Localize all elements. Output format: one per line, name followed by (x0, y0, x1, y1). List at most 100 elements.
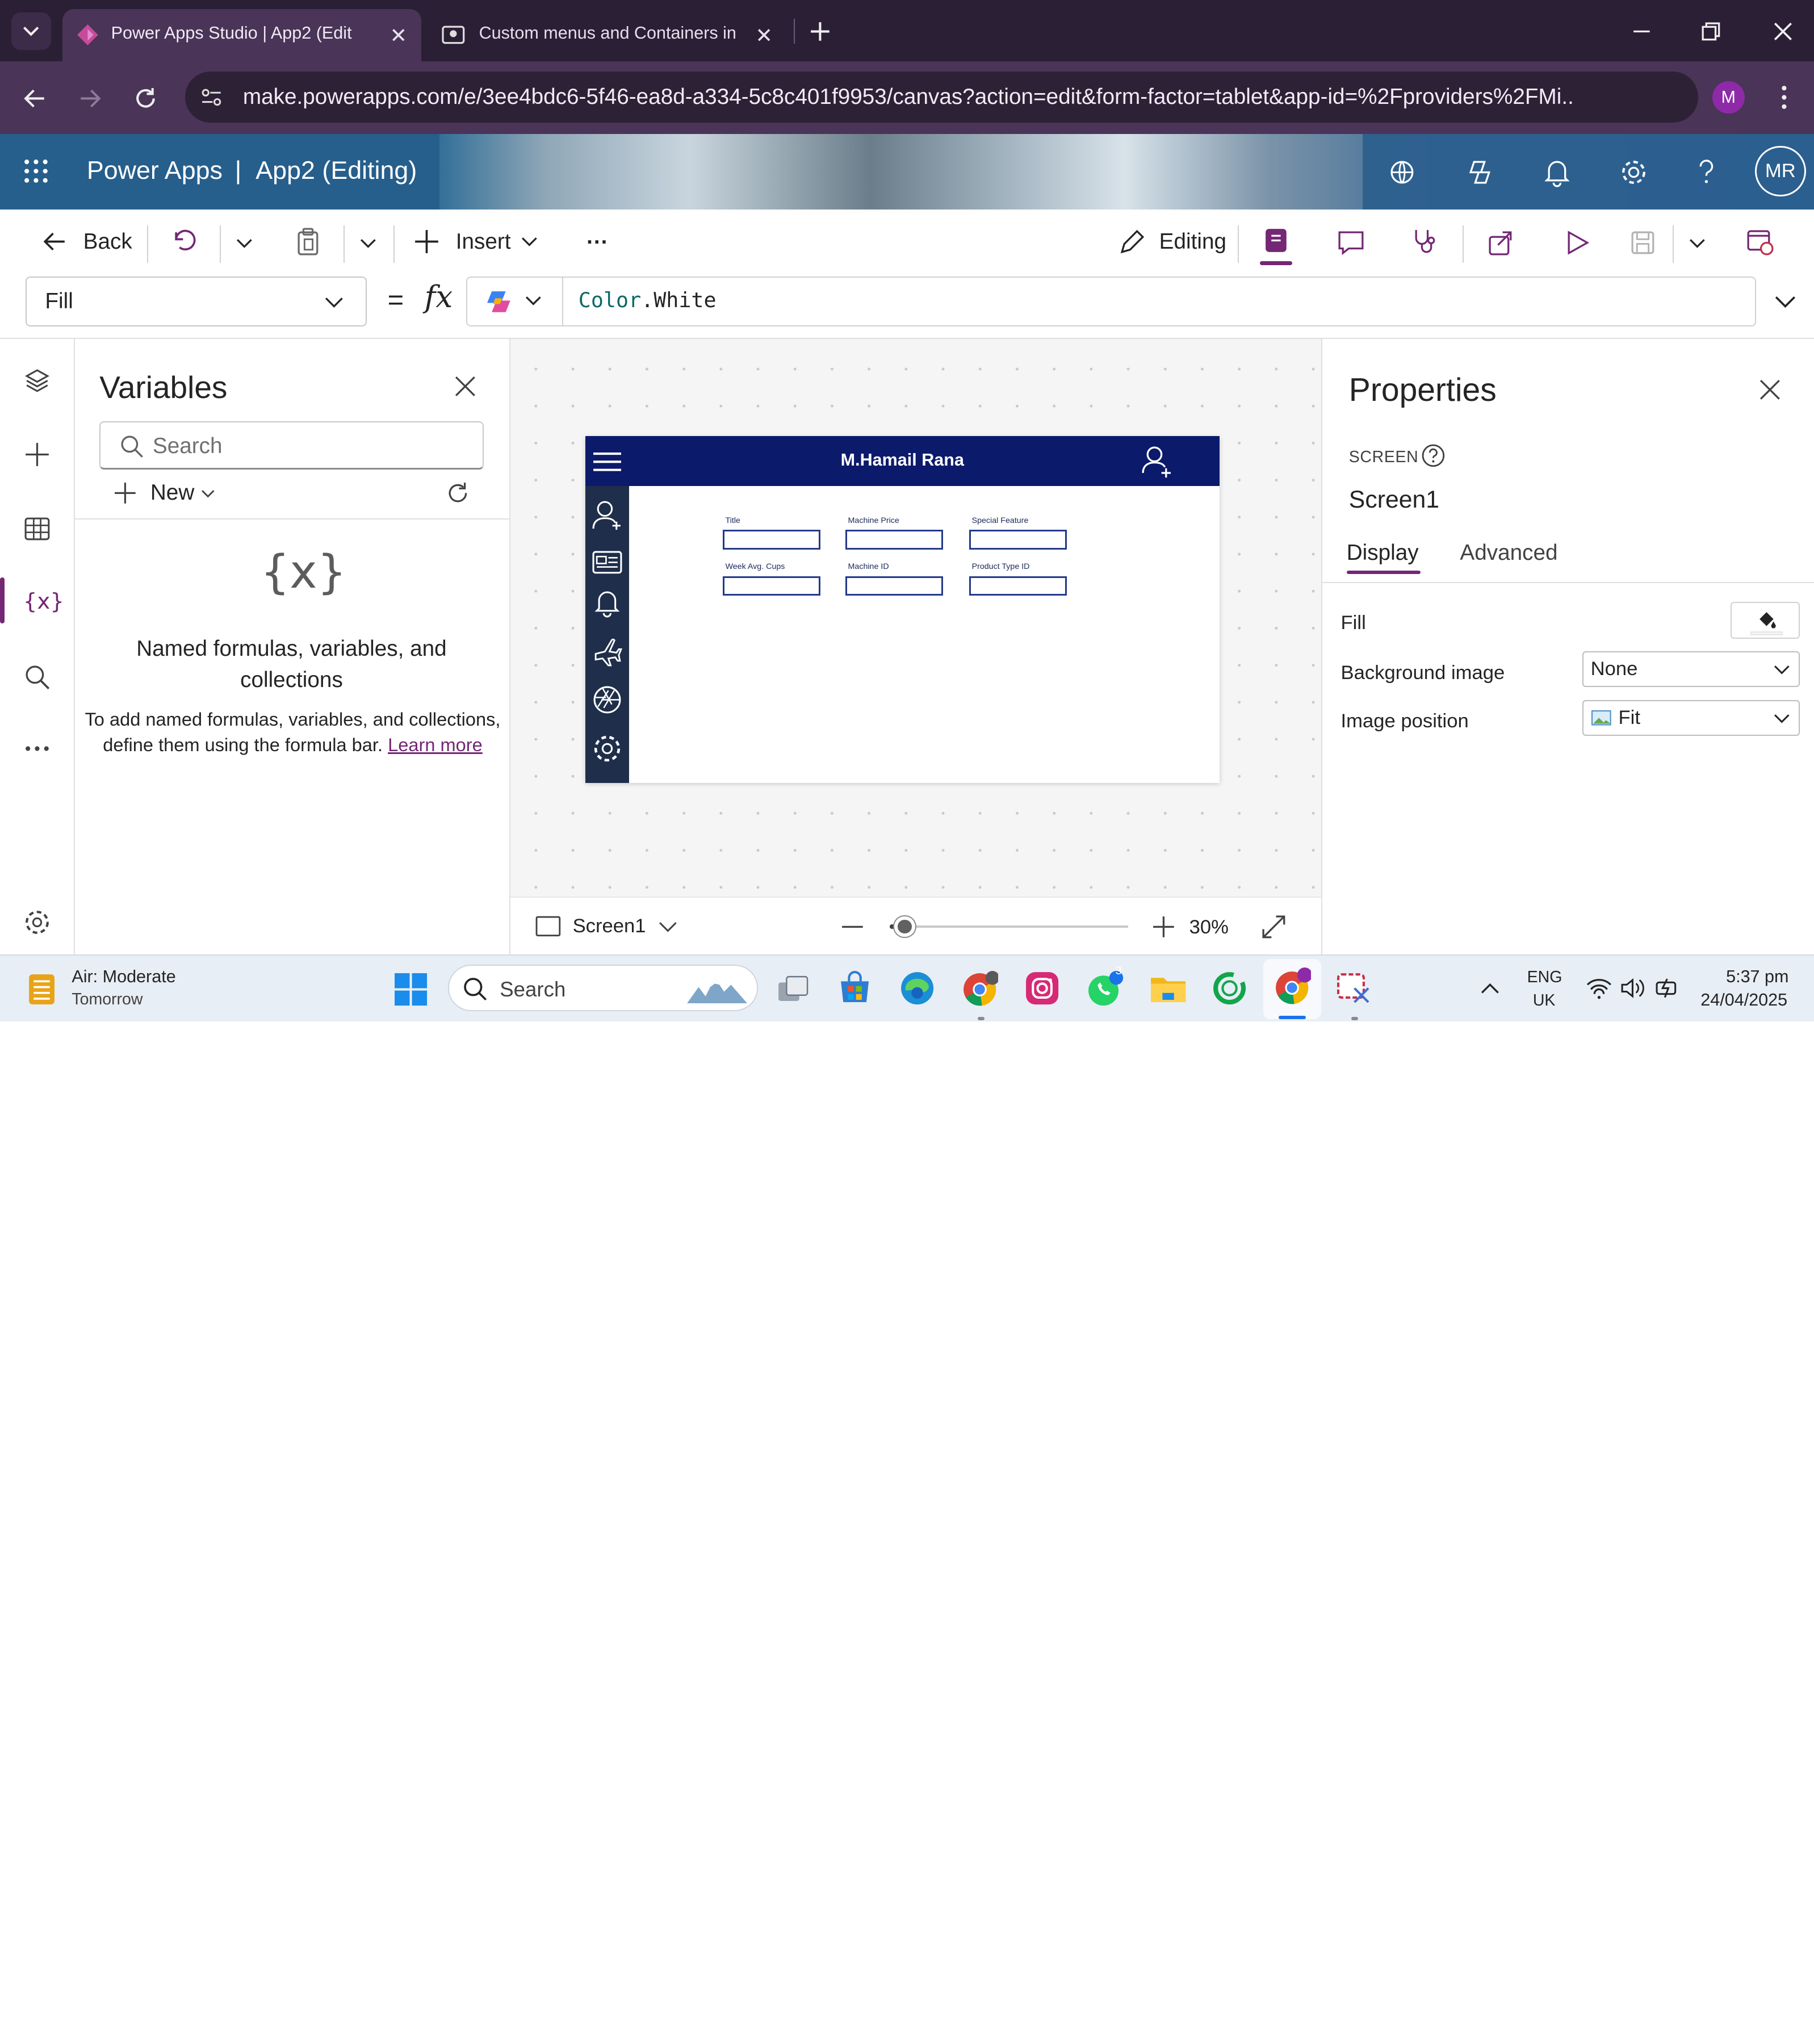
text-input-week-avg-cups[interactable] (723, 576, 820, 596)
play-preview-icon[interactable] (1563, 229, 1591, 257)
fill-color-picker[interactable] (1731, 601, 1800, 639)
weather-air-quality-icon[interactable] (26, 972, 58, 1007)
save-icon[interactable] (1629, 229, 1657, 257)
comments-icon[interactable] (1336, 228, 1366, 258)
refresh-icon[interactable] (445, 480, 471, 506)
add-user-icon[interactable] (1141, 444, 1173, 479)
notifications-bell-icon[interactable] (594, 588, 620, 618)
text-input-special-feature[interactable] (969, 530, 1067, 550)
copilot-formula-icon[interactable] (485, 288, 517, 316)
environment-icon[interactable] (1388, 158, 1416, 186)
text-input-product-type-id[interactable] (969, 576, 1067, 596)
chrome-browser-icon[interactable] (961, 970, 999, 1007)
battery-charging-icon[interactable] (1654, 975, 1682, 1001)
zoom-slider-thumb[interactable] (894, 916, 915, 937)
settings-gear-icon[interactable] (592, 734, 622, 764)
settings-gear-icon[interactable] (23, 908, 51, 936)
browser-tab-custom-menus[interactable]: Custom menus and Containers in ✕ (430, 9, 787, 61)
aperture-icon[interactable] (592, 685, 622, 715)
fx-icon[interactable]: fx (425, 280, 453, 315)
back-button[interactable]: Back (39, 227, 132, 257)
news-icon[interactable] (592, 550, 622, 575)
app-launcher-icon[interactable] (23, 158, 49, 184)
zoom-slider-track[interactable] (889, 916, 1128, 937)
wifi-icon[interactable] (1585, 977, 1613, 1000)
app-name[interactable]: Power Apps (87, 156, 223, 185)
tab-display[interactable]: Display (1347, 541, 1419, 566)
zoom-out-icon[interactable] (840, 914, 865, 940)
forward-arrow-icon[interactable] (76, 85, 104, 112)
app-screen-preview[interactable]: M.Hamail Rana Title Machine Price Specia… (585, 436, 1220, 784)
clock-time[interactable]: 5:37 pm (1726, 967, 1788, 987)
new-variable-button[interactable]: New (112, 480, 216, 506)
settings-gear-icon[interactable] (1619, 157, 1649, 187)
show-hidden-icons-chevron-icon[interactable] (1478, 979, 1502, 998)
control-name[interactable]: Screen1 (1349, 486, 1439, 514)
address-bar[interactable]: make.powerapps.com/e/3ee4bdc6-5f46-ea8d-… (185, 72, 1699, 123)
file-explorer-icon[interactable] (1149, 970, 1186, 1007)
insert-button[interactable]: Insert (412, 227, 541, 257)
variables-search-input[interactable]: Search (99, 421, 484, 470)
notifications-bell-icon[interactable] (1543, 157, 1571, 187)
back-arrow-icon[interactable] (21, 85, 49, 112)
language-top[interactable]: ENG (1527, 968, 1562, 987)
monitor-stethoscope-icon[interactable] (1410, 227, 1440, 257)
browser-menu-icon[interactable] (1773, 82, 1796, 112)
undo-dropdown-chevron-icon[interactable] (233, 232, 256, 255)
copilot-icon[interactable] (1465, 157, 1495, 187)
publish-icon[interactable] (1745, 227, 1775, 257)
tab-advanced[interactable]: Advanced (1460, 541, 1557, 566)
zoom-in-icon[interactable] (1151, 914, 1176, 940)
site-info-icon[interactable] (199, 85, 224, 110)
close-window-icon[interactable] (1770, 19, 1796, 44)
close-tab-icon[interactable]: ✕ (755, 23, 773, 48)
user-avatar[interactable]: MR (1755, 145, 1806, 197)
add-user-icon[interactable] (592, 500, 622, 532)
taskbar-search[interactable]: Search (447, 965, 758, 1011)
chrome-profile-icon[interactable] (1273, 967, 1311, 1004)
background-image-dropdown[interactable]: None (1582, 651, 1800, 688)
text-input-title[interactable] (723, 530, 820, 550)
expand-formula-chevron-icon[interactable] (1773, 289, 1798, 315)
browser-profile-avatar[interactable]: M (1712, 81, 1745, 114)
microsoft-store-icon[interactable] (836, 970, 873, 1007)
share-icon[interactable] (1486, 228, 1516, 258)
tree-view-layers-icon[interactable] (23, 367, 51, 395)
undo-icon[interactable] (171, 228, 199, 256)
paste-clipboard-icon[interactable] (294, 227, 322, 257)
airplane-icon[interactable] (592, 636, 623, 667)
save-dropdown-chevron-icon[interactable] (1686, 232, 1709, 255)
insert-plus-icon[interactable] (23, 441, 51, 468)
help-icon[interactable] (1694, 157, 1719, 187)
tab-search-button[interactable] (11, 12, 51, 50)
image-position-dropdown[interactable]: Fit (1582, 700, 1800, 736)
more-ellipsis-icon[interactable] (23, 735, 51, 763)
restore-icon[interactable] (1698, 19, 1724, 44)
app-header-bar[interactable]: M.Hamail Rana (585, 436, 1220, 486)
data-table-icon[interactable] (23, 515, 51, 543)
minimize-icon[interactable] (1629, 19, 1654, 44)
windows-start-icon[interactable] (393, 972, 428, 1007)
instagram-icon[interactable] (1024, 970, 1061, 1007)
copilot-chevron-down-icon[interactable] (523, 290, 544, 311)
browser-tab-powerapps[interactable]: Power Apps Studio | App2 (Edit ✕ (62, 9, 421, 61)
new-tab-icon[interactable] (807, 19, 833, 44)
app-checker-notebook-icon[interactable] (1262, 227, 1290, 254)
property-dropdown[interactable]: Fill (25, 276, 367, 326)
learn-more-link[interactable]: Learn more (388, 734, 483, 755)
task-view-icon[interactable] (775, 972, 812, 1009)
search-icon[interactable] (23, 663, 51, 691)
text-input-machine-price[interactable] (845, 530, 943, 550)
reload-icon[interactable] (132, 85, 160, 112)
more-commands-button[interactable]: ... (586, 224, 608, 249)
paste-dropdown-chevron-icon[interactable] (357, 232, 380, 255)
text-input-machine-id[interactable] (845, 576, 943, 596)
help-circle-icon[interactable] (1421, 443, 1446, 468)
snipping-tool-icon[interactable] (1336, 970, 1373, 1007)
screen-selector[interactable]: Screen1 (535, 915, 678, 937)
close-tab-icon[interactable]: ✕ (390, 23, 408, 48)
variables-icon[interactable]: {x} (23, 589, 64, 614)
weather-title[interactable]: Air: Moderate (72, 967, 175, 987)
fit-to-window-icon[interactable] (1260, 913, 1288, 941)
edge-browser-icon[interactable] (899, 970, 936, 1007)
